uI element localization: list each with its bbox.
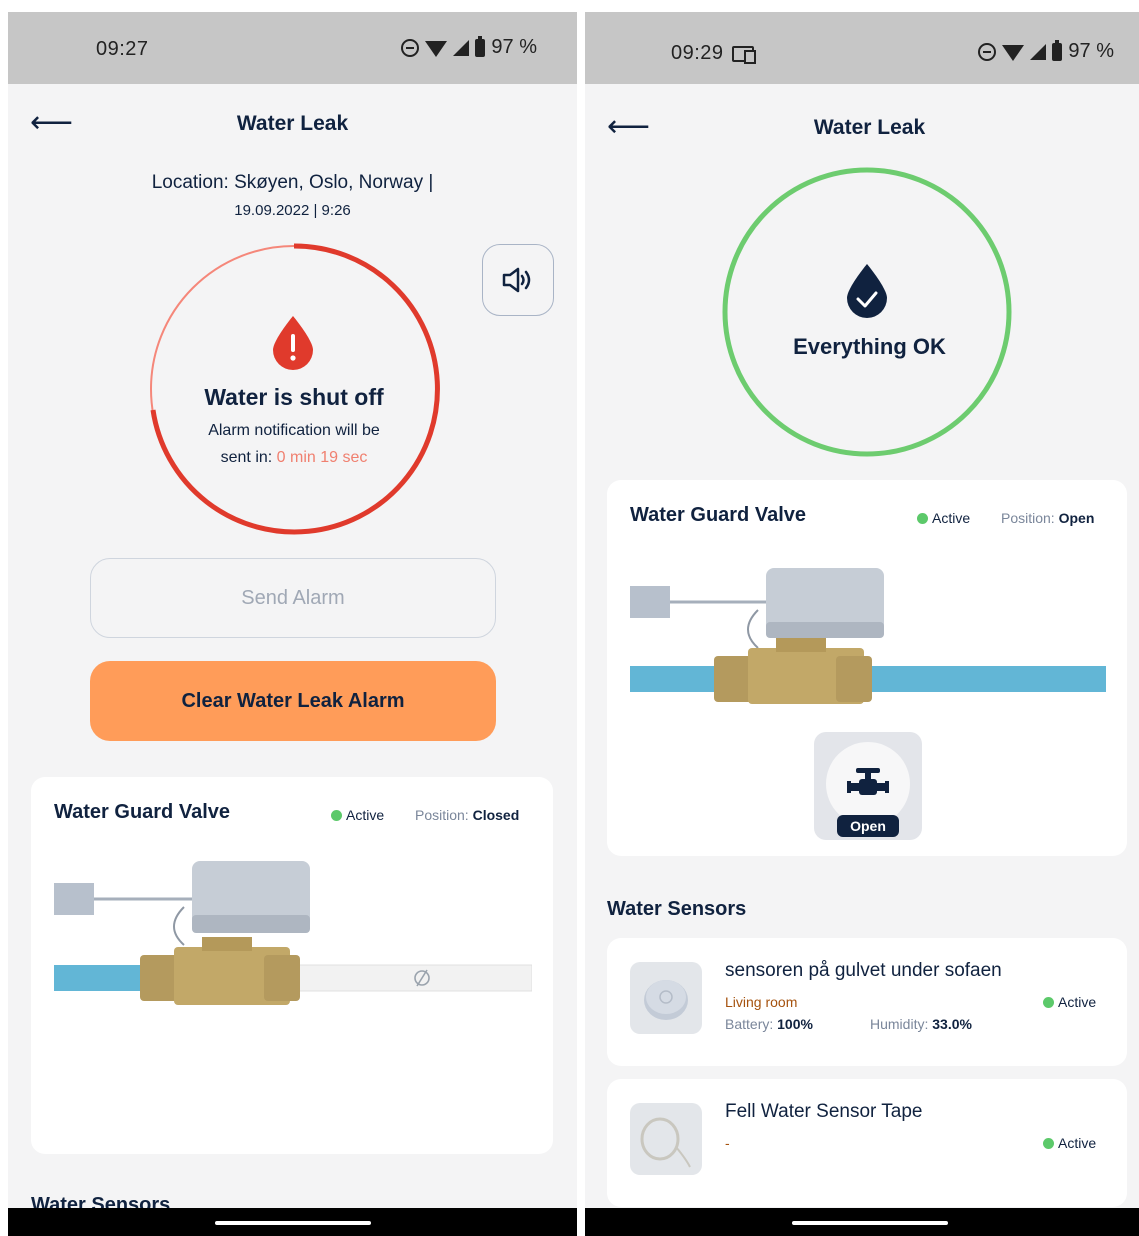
signal-icon bbox=[453, 39, 470, 56]
humidity-value: 33.0% bbox=[932, 1016, 972, 1032]
sensor-card[interactable]: Fell Water Sensor Tape - Active bbox=[607, 1079, 1127, 1207]
status-bar: 09:27 97 % bbox=[8, 12, 577, 84]
system-nav-bar bbox=[585, 1208, 1139, 1236]
ok-status-label: Everything OK bbox=[793, 334, 946, 359]
cast-icon bbox=[731, 45, 756, 64]
sensor-thumbnail bbox=[630, 962, 702, 1034]
sensor-room: - bbox=[725, 1135, 730, 1151]
sensor-card[interactable]: sensoren på gulvet under sofaen Living r… bbox=[607, 938, 1127, 1066]
dnd-icon bbox=[978, 42, 997, 61]
valve-status-text: Active bbox=[346, 807, 385, 823]
sensor-status: Active bbox=[1043, 994, 1096, 1010]
system-nav-bar bbox=[8, 1208, 577, 1236]
valve-position-value: Closed bbox=[472, 807, 520, 823]
status-bar: 09:29 97 % bbox=[585, 12, 1139, 84]
valve-position: Position: Open bbox=[1001, 510, 1094, 526]
location-text: Location: Skøyen, Oslo, Norway | bbox=[151, 172, 434, 193]
active-dot-icon bbox=[1043, 996, 1054, 1008]
humidity-label: Humidity: bbox=[870, 1016, 929, 1032]
speaker-button[interactable] bbox=[482, 244, 554, 316]
water-drop-check-icon bbox=[847, 264, 887, 318]
valve-position-label: Position: bbox=[415, 807, 469, 823]
valve-illustration bbox=[54, 861, 532, 1005]
sensor-battery: Battery: 100% bbox=[725, 1016, 813, 1032]
valve-status-text: Active bbox=[932, 510, 971, 526]
status-time: 09:29 bbox=[671, 42, 756, 65]
battery-icon bbox=[475, 35, 486, 57]
sensor-tape-icon bbox=[640, 1117, 691, 1168]
valve-toggle-circle bbox=[826, 742, 910, 826]
page-title: Water Leak bbox=[813, 116, 926, 139]
alarm-line-1: Alarm notification will be bbox=[208, 422, 380, 439]
active-dot-icon bbox=[331, 809, 342, 821]
alarm-datetime: 19.09.2022 | 9:26 bbox=[234, 202, 351, 219]
sensor-humidity: Humidity: 33.0% bbox=[870, 1016, 972, 1032]
valve-position-label: Position: bbox=[1001, 510, 1055, 526]
alarm-line-2-prefix: sent in: bbox=[220, 449, 277, 466]
battery-percent: 97 % bbox=[1068, 40, 1114, 62]
water-drop-alert-icon bbox=[273, 316, 313, 370]
speaker-icon bbox=[502, 267, 531, 293]
battery-icon bbox=[1052, 39, 1063, 61]
page-title: Water Leak bbox=[236, 112, 349, 135]
valve-position-value: Open bbox=[1058, 510, 1095, 526]
status-icons: 97 % bbox=[401, 35, 537, 59]
valve-icon bbox=[847, 768, 889, 795]
alarm-screen: 09:27 97 % ⟵ Water Leak Location: Skøyen… bbox=[8, 12, 577, 1236]
alarm-countdown: 0 min 19 sec bbox=[276, 449, 368, 466]
valve-position: Position: Closed bbox=[415, 807, 519, 823]
battery-label: Battery: bbox=[725, 1016, 774, 1032]
valve-card: Water Guard Valve Active Position: Open bbox=[607, 480, 1127, 856]
home-handle[interactable] bbox=[791, 1221, 948, 1225]
alarm-line-2: sent in: 0 min 19 sec bbox=[148, 444, 440, 471]
sensor-room: Living room bbox=[725, 994, 798, 1010]
active-dot-icon bbox=[1043, 1137, 1054, 1149]
valve-toggle-label: Open bbox=[837, 815, 899, 837]
sensor-status-text: Active bbox=[1058, 994, 1097, 1010]
wifi-icon bbox=[425, 41, 448, 57]
alarm-status-ring: Water is shut off Alarm notification wil… bbox=[148, 240, 440, 538]
alarm-subtitle: Alarm notification will be sent in: 0 mi… bbox=[148, 417, 440, 471]
valve-status: Active bbox=[917, 510, 970, 526]
battery-value: 100% bbox=[777, 1016, 813, 1032]
puck-sensor-icon bbox=[644, 980, 688, 1020]
sensor-status-text: Active bbox=[1058, 1135, 1097, 1151]
valve-toggle-button[interactable]: Open bbox=[814, 732, 922, 840]
status-time: 09:27 bbox=[96, 38, 149, 60]
valve-card-title: Water Guard Valve bbox=[630, 504, 806, 526]
valve-card: Water Guard Valve Active Position: Close… bbox=[31, 777, 553, 1154]
alarm-title: Water is shut off bbox=[204, 384, 384, 410]
dnd-icon bbox=[401, 38, 420, 57]
status-icons: 97 % bbox=[978, 39, 1114, 63]
section-water-sensors: Water Sensors bbox=[607, 898, 747, 920]
sensor-name: Fell Water Sensor Tape bbox=[725, 1101, 923, 1122]
sensor-status: Active bbox=[1043, 1135, 1096, 1151]
sensor-thumbnail bbox=[630, 1103, 702, 1175]
valve-status: Active bbox=[331, 807, 384, 823]
active-dot-icon bbox=[917, 512, 928, 524]
valve-card-title: Water Guard Valve bbox=[54, 801, 230, 823]
clear-alarm-button[interactable]: Clear Water Leak Alarm bbox=[90, 661, 496, 741]
ok-screen: 09:29 97 % ⟵ Water Leak Everything OK Wa… bbox=[585, 12, 1139, 1236]
wifi-icon bbox=[1002, 45, 1025, 61]
status-time-text: 09:29 bbox=[671, 42, 724, 64]
battery-percent: 97 % bbox=[491, 36, 537, 58]
sensor-name: sensoren på gulvet under sofaen bbox=[725, 960, 1002, 981]
valve-illustration bbox=[630, 568, 1106, 704]
signal-icon bbox=[1030, 43, 1047, 60]
send-alarm-button[interactable]: Send Alarm bbox=[90, 558, 496, 638]
home-handle[interactable] bbox=[214, 1221, 371, 1225]
